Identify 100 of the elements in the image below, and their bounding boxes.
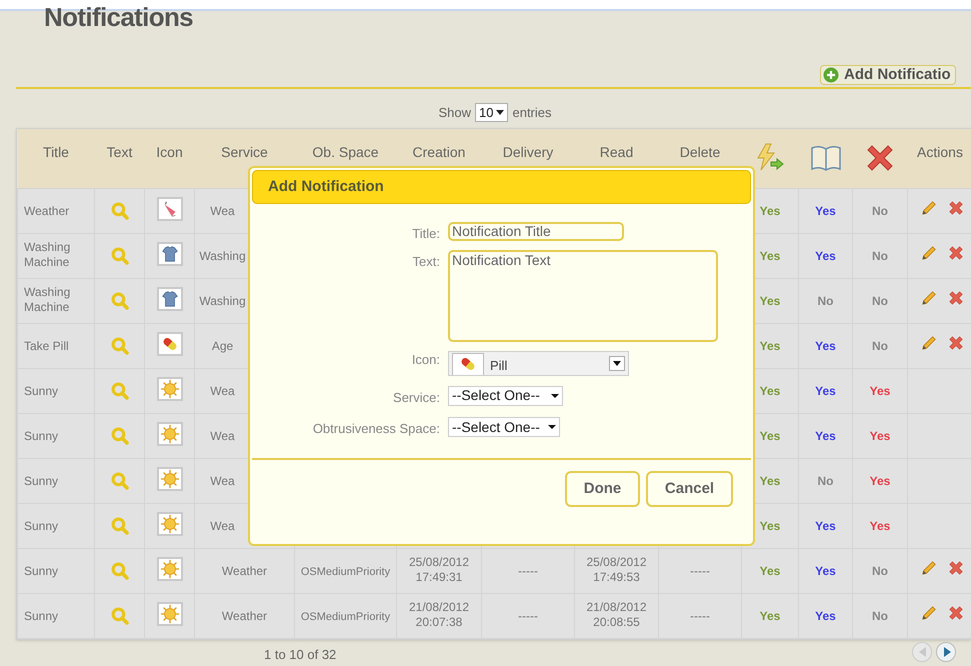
delivered-value: Yes (760, 564, 780, 578)
pagination-info: 1 to 10 of 32 (264, 646, 336, 664)
done-button[interactable]: Done (565, 471, 640, 507)
read-value: Yes (815, 248, 836, 262)
deleted-value: Yes (870, 474, 890, 488)
deleted-value: No (872, 204, 888, 218)
title-cell: Sunny (24, 518, 58, 534)
add-notification-button[interactable]: Add Notificatio (820, 65, 956, 85)
delete-icon[interactable] (947, 334, 965, 352)
read-value: Yes (815, 428, 836, 442)
delivered-value: Yes (760, 294, 780, 308)
title-cell: Sunny (24, 474, 58, 488)
column-header[interactable]: Read (600, 144, 634, 160)
title-cell: Sunny (24, 608, 58, 624)
column-header[interactable]: Service (221, 144, 268, 160)
column-header[interactable]: Delete (680, 144, 720, 160)
delete-icon[interactable] (947, 244, 965, 262)
delete-date-cell-text: ----- (689, 564, 711, 578)
dialog-title: Add Notification (268, 176, 384, 197)
entries-select[interactable]: 10 (475, 103, 508, 122)
ob-space-cell-text: OSMediumPriority (300, 610, 392, 624)
service-cell: Age (212, 338, 234, 354)
column-header[interactable]: Delivery (502, 144, 554, 160)
column-header[interactable]: Ob. Space (312, 144, 379, 160)
caret-icon (550, 394, 559, 398)
delivery-date-cell-text: ----- (517, 564, 539, 578)
deleted-value: Yes (870, 384, 890, 398)
read-value: Yes (815, 608, 836, 622)
creation-date-cell-text: 25/08/2012 17:49:31 (408, 555, 470, 585)
creation-date-cell-text: 21/08/2012 20:07:38 (408, 600, 470, 630)
column-header[interactable]: Text (106, 144, 132, 160)
field-label: Obtrusiveness Space: (312, 420, 440, 438)
deleted-value: No (872, 564, 888, 578)
select-field[interactable]: --Select One-- (448, 386, 563, 406)
deleted-value: No (872, 294, 888, 308)
service-cell: Wea (210, 518, 235, 534)
caret-icon (613, 360, 621, 366)
read-date-cell-text: 21/08/2012 20:08:55 (585, 600, 648, 630)
delete-icon[interactable] (947, 199, 965, 217)
select-field[interactable]: --Select One-- (448, 417, 560, 437)
service-cell: Weather (222, 564, 268, 578)
field-label: Icon: (410, 350, 440, 368)
delivered-value: Yes (760, 474, 780, 488)
read-value: Yes (815, 384, 836, 398)
read-value: Yes (815, 338, 836, 352)
delivery-date-cell-text: ----- (517, 608, 539, 624)
caret-icon (496, 110, 504, 116)
column-header[interactable]: Title (43, 144, 69, 160)
service-cell: Wea (210, 474, 235, 488)
entries-label: entries (512, 104, 552, 122)
delete-icon[interactable] (947, 289, 965, 307)
column-header[interactable]: Creation (412, 144, 466, 160)
delivered-value: Yes (760, 248, 780, 264)
plus-icon (823, 67, 839, 83)
deleted-value: Yes (870, 428, 890, 442)
read-value: No (818, 474, 834, 488)
dropdown-button[interactable] (609, 356, 625, 370)
right-arrow-icon (944, 647, 950, 657)
delete-date-cell-text: ----- (689, 608, 711, 624)
service-cell: Wea (210, 428, 235, 444)
delivered-value: Yes (760, 428, 780, 444)
text-input-field[interactable]: Notification Text (448, 250, 718, 342)
icon-select-value: Pill (490, 356, 508, 374)
title-cell: Sunny (24, 564, 58, 578)
column-header[interactable]: Icon (156, 144, 183, 160)
title-cell: Sunny (24, 428, 58, 444)
show-label: Show (438, 104, 472, 122)
pencil-icon[interactable] (920, 334, 938, 352)
left-arrow-icon (918, 647, 926, 657)
deleted-value: No (872, 248, 888, 262)
page-title: Notifications (44, 3, 193, 31)
next-page-button[interactable] (936, 642, 956, 662)
delivered-value: Yes (760, 518, 780, 534)
deleted-value: Yes (870, 518, 890, 532)
pencil-icon[interactable] (920, 289, 938, 307)
icon-select[interactable]: Pill (448, 350, 629, 376)
title-cell: Weather (24, 204, 70, 218)
caret-icon (548, 425, 556, 429)
title-input-field[interactable]: Notification Title (448, 222, 624, 241)
pencil-icon[interactable] (920, 604, 938, 622)
service-cell: Washing (199, 294, 246, 308)
title-cell-text: Washing Machine (24, 240, 72, 270)
read-value: Yes (815, 204, 836, 218)
ob-space-cell-text: OSMediumPriority (300, 564, 392, 580)
field-label: Text: (412, 252, 440, 270)
read-value: Yes (815, 564, 836, 578)
pencil-icon[interactable] (920, 559, 938, 577)
delete-icon[interactable] (947, 604, 965, 622)
service-cell: Washing (199, 248, 246, 264)
field-label: Title: (411, 225, 440, 243)
service-cell: Weather (222, 608, 268, 624)
cancel-button[interactable]: Cancel (646, 471, 733, 507)
deleted-value: No (872, 338, 888, 352)
delivered-value: Yes (760, 608, 780, 624)
column-header[interactable]: Actions (917, 144, 963, 160)
pencil-icon[interactable] (920, 199, 938, 217)
read-date-cell-text: 25/08/2012 17:49:53 (585, 555, 648, 585)
delete-icon[interactable] (947, 559, 965, 577)
read-value: No (818, 294, 834, 308)
pencil-icon[interactable] (920, 244, 938, 262)
